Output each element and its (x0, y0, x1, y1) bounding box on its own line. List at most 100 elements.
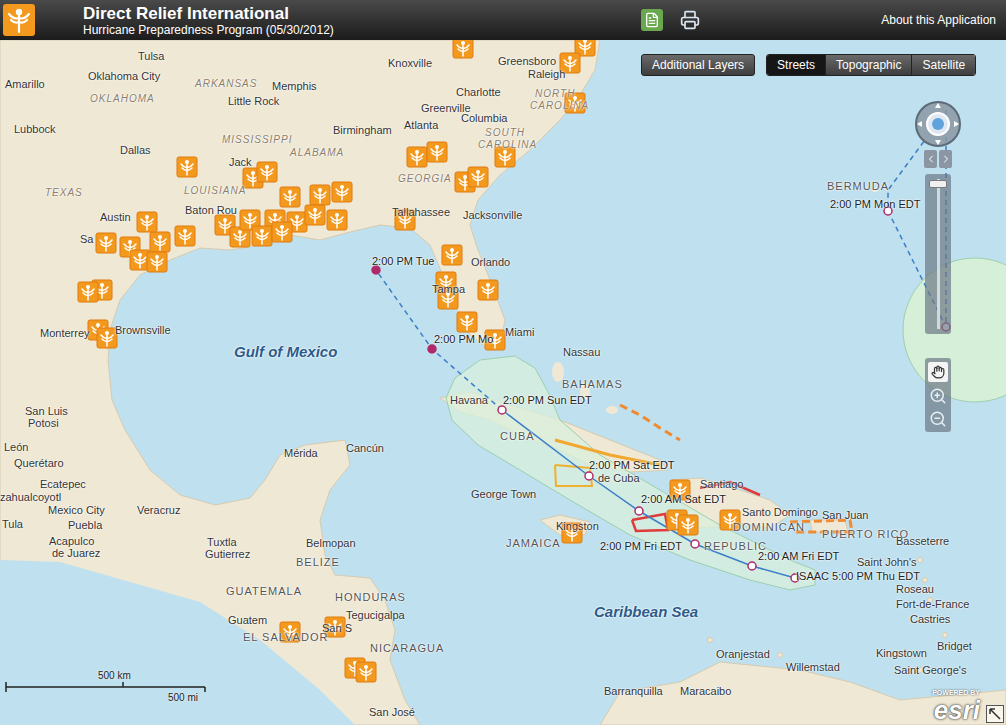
map-label: Gulf of Mexico (234, 345, 337, 358)
map-label: LOUISIANA (184, 184, 246, 197)
map-label: Mérida (284, 447, 318, 460)
storm-track-label: 2:00 AM Fri EDT (758, 550, 839, 563)
relief-site-marker-icon[interactable] (456, 311, 478, 333)
map-label: Acapulco (49, 535, 94, 548)
map-label: Roseau (896, 583, 934, 596)
map-label: León (4, 441, 28, 454)
map-label: BELIZE (296, 556, 340, 569)
storm-track-label: 2:00 PM Tue (372, 255, 434, 268)
map-label: Charlotte (456, 86, 501, 99)
map-label: Basseterre (896, 535, 949, 548)
map-label: Cancún (346, 442, 384, 455)
map-label: Tallahassee (392, 206, 450, 219)
about-link[interactable]: About this Application (881, 11, 996, 29)
relief-site-marker-icon[interactable] (441, 244, 463, 266)
relief-site-marker-icon[interactable] (477, 279, 499, 301)
relief-site-marker-icon[interactable] (149, 231, 171, 253)
scale-imperial: 500 mi (5, 692, 210, 704)
rotate-left-button[interactable] (924, 150, 937, 168)
relief-site-marker-icon[interactable] (271, 221, 293, 243)
relief-site-marker-icon[interactable] (95, 232, 117, 254)
basemap-button[interactable]: Satellite (911, 55, 975, 75)
map-label: NICARAGUA (370, 642, 444, 655)
storm-track-label: 2:00 PM Mon EDT (830, 198, 920, 211)
relief-site-marker-icon[interactable] (251, 225, 273, 247)
chevron-left-icon (925, 153, 937, 165)
relief-site-marker-icon[interactable] (331, 181, 353, 203)
relief-site-marker-icon[interactable] (146, 251, 168, 273)
map-label: Tampa (432, 283, 465, 296)
rotate-right-button[interactable] (939, 150, 952, 168)
map-label: Puebla (68, 519, 102, 532)
powered-by-text: POWERED BY (932, 689, 980, 697)
additional-layers-button[interactable]: Additional Layers (641, 54, 755, 76)
relief-site-marker-icon[interactable] (96, 327, 118, 349)
map-label: CAROLINA (530, 99, 589, 112)
map-label: Havana (450, 394, 488, 407)
relief-site-marker-icon[interactable] (176, 156, 198, 178)
map-label: ARKANSAS (195, 77, 257, 90)
map-label: Maracaibo (680, 685, 731, 698)
map-label: Miami (505, 326, 534, 339)
pan-compass-icon[interactable] (914, 100, 962, 148)
basemap-switcher: StreetsTopographicSatellite (766, 54, 976, 76)
print-button[interactable] (679, 9, 701, 31)
map-label: San José (369, 706, 415, 719)
map-label: Nassau (563, 346, 600, 359)
esri-logo-text: esri (934, 697, 980, 723)
document-icon (644, 12, 660, 28)
zoom-out-icon[interactable] (929, 410, 947, 428)
zoom-slider-thumb[interactable] (929, 180, 947, 188)
map-label: Gutierrez (205, 548, 250, 561)
basemap-button[interactable]: Topographic (825, 55, 911, 75)
relief-site-marker-icon[interactable] (426, 141, 448, 163)
map-label: Veracruz (137, 504, 180, 517)
map-label: Brownsville (115, 324, 171, 337)
map-toolbar: Additional Layers StreetsTopographicSatel… (641, 54, 976, 76)
storm-track-label: ISAAC 5:00 PM Thu EDT (796, 570, 920, 583)
map-label: Ecatepec (40, 478, 86, 491)
map-label: Dallas (120, 144, 151, 157)
map-label: Jacksonville (463, 209, 522, 222)
relief-site-marker-icon[interactable] (279, 186, 301, 208)
map-label: de Cuba (598, 472, 640, 485)
map-label: SOUTH (485, 126, 525, 139)
map-tools-panel (925, 358, 951, 432)
printer-icon (680, 10, 700, 30)
map-label: BAHAMAS (562, 378, 623, 391)
relief-site-marker-icon[interactable] (326, 209, 348, 231)
pan-tool-button[interactable] (928, 362, 948, 382)
map-label: Lubbock (14, 123, 56, 136)
relief-site-marker-icon[interactable] (467, 166, 489, 188)
map-label: Jack (229, 156, 252, 169)
rotate-buttons (924, 150, 952, 168)
map-label: Columbia (461, 112, 507, 125)
zoom-in-icon[interactable] (929, 387, 947, 405)
map-label: Sa (80, 233, 93, 246)
map-label: Castries (910, 613, 950, 626)
map-label: San Luis (25, 405, 68, 418)
relief-site-marker-icon[interactable] (136, 211, 158, 233)
chevron-right-icon (940, 153, 952, 165)
relief-site-marker-icon[interactable] (355, 661, 377, 683)
relief-site-marker-icon[interactable] (304, 204, 326, 226)
basemap-button[interactable]: Streets (767, 55, 825, 75)
relief-site-marker-icon[interactable] (174, 225, 196, 247)
relief-site-marker-icon[interactable] (406, 146, 428, 168)
expand-corner-icon[interactable] (986, 705, 1004, 723)
map-label: Barranquilla (604, 685, 663, 698)
map-label: Tuxtla (207, 536, 237, 549)
map-label: EL SALVADOR (243, 631, 328, 644)
relief-site-marker-icon[interactable] (309, 184, 331, 206)
map-view[interactable]: AmarilloOklahoma CityTulsaOKLAHOMAARKANS… (0, 40, 1006, 725)
map-label: Oranjestad (716, 648, 770, 661)
report-button[interactable] (641, 9, 663, 31)
relief-site-marker-icon[interactable] (677, 514, 699, 536)
map-label: Oklahoma City (88, 70, 160, 83)
map-label: MISSISSIPPI (222, 133, 292, 146)
zoom-slider[interactable] (925, 174, 951, 334)
relief-site-marker-icon[interactable] (452, 40, 474, 59)
relief-site-marker-icon[interactable] (256, 161, 278, 183)
relief-site-marker-icon[interactable] (77, 281, 99, 303)
map-label: CUBA (500, 430, 535, 443)
